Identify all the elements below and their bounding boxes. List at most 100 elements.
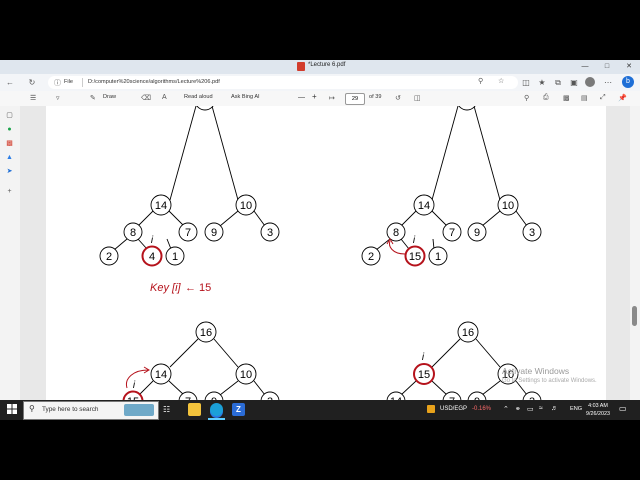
page-number-input[interactable]: 29: [345, 93, 365, 105]
node-label: 8: [393, 227, 399, 239]
battery-icon[interactable]: ▭: [527, 405, 534, 413]
save-as-icon[interactable]: ▤: [581, 94, 588, 102]
caption-key: Key [i]: [150, 282, 182, 294]
split-screen-icon[interactable]: ◫: [520, 76, 532, 89]
zoom-in-icon[interactable]: +: [312, 92, 317, 101]
caption-assign: ← 15: [185, 282, 211, 294]
text-icon[interactable]: A: [162, 94, 167, 101]
screen: *Lecture 6.pdf — □ ✕ ← ↻ ⓘ File D:/compu…: [0, 60, 640, 420]
active-indicator: [208, 418, 225, 420]
heap-trees: 14 10 8 7 9 3 2 4 1 i Key [i] ← 15 14 10…: [46, 106, 606, 408]
bing-icon[interactable]: b: [622, 76, 634, 88]
search-placeholder: Type here to search: [42, 406, 99, 413]
activation-watermark: Activate Windows Go to Settings to activ…: [502, 366, 597, 384]
stocks-icon: [427, 405, 435, 413]
node-label: 1: [172, 251, 178, 263]
collections-icon[interactable]: ⧉: [552, 76, 564, 89]
save-icon[interactable]: ▩: [563, 94, 570, 102]
pdf-toolbar: ☰ ▿ ✎ Draw ⌫ A Read aloud Ask Bing AI — …: [0, 91, 640, 107]
scrollbar[interactable]: [630, 106, 640, 408]
clock[interactable]: 4:03 AM 9/26/2023: [585, 402, 611, 418]
notification-icon[interactable]: ▭: [619, 404, 627, 413]
wifi-icon[interactable]: ≈: [539, 405, 543, 412]
chevron-up-icon[interactable]: ⌃: [503, 405, 509, 413]
node-label: 4: [149, 251, 155, 263]
draw-button[interactable]: Draw: [103, 94, 116, 100]
erase-icon[interactable]: ⌫: [141, 94, 151, 102]
rotate-icon[interactable]: ↺: [395, 94, 401, 102]
edge-icon[interactable]: [210, 403, 223, 416]
page-total: of 39: [369, 94, 382, 100]
node-label: 14: [418, 200, 430, 212]
close-icon[interactable]: ✕: [618, 60, 640, 74]
avatar[interactable]: [585, 77, 595, 87]
pdf-icon: [297, 62, 305, 71]
divider: [82, 78, 83, 87]
more-icon[interactable]: ⋯: [602, 76, 614, 89]
node-label: 15: [418, 369, 430, 381]
url-box[interactable]: ⓘ File D:/computer%20science/algorithms/…: [48, 76, 518, 89]
file-label: File: [64, 79, 74, 85]
favorite-icon[interactable]: ☆: [498, 77, 504, 85]
node-label: 14: [155, 369, 167, 381]
tab-title[interactable]: *Lecture 6.pdf: [308, 62, 345, 68]
clock-date: 9/26/2023: [586, 411, 610, 417]
node-label: 2: [106, 251, 112, 263]
node-label: 3: [529, 227, 535, 239]
volume-icon[interactable]: ♬: [551, 405, 558, 412]
node-label: 1: [435, 251, 441, 263]
contents-icon[interactable]: ☰: [30, 94, 36, 102]
node-label: 16: [462, 327, 474, 339]
search-icon[interactable]: ⚲: [524, 94, 529, 102]
node-label: 3: [267, 227, 273, 239]
zoom-icon[interactable]: ⚲: [478, 77, 483, 85]
taskbar-search[interactable]: ⚲ Type here to search: [23, 401, 159, 420]
fx-change: -0.16%: [472, 406, 492, 412]
zoom-out-icon[interactable]: —: [298, 94, 305, 101]
watermark-subtitle: Go to Settings to activate Windows.: [502, 378, 597, 384]
maximize-icon[interactable]: □: [596, 60, 618, 74]
page-view-icon[interactable]: ◫: [414, 94, 421, 102]
draw-icon[interactable]: ✎: [90, 94, 96, 102]
pin-icon[interactable]: 📌: [618, 94, 627, 102]
taskbar: ⚲ Type here to search ☷ Z USD/EGP -0.16%…: [0, 400, 640, 420]
node-label: 8: [130, 227, 136, 239]
network-icon[interactable]: ⚭: [515, 405, 521, 413]
ask-bing-button[interactable]: Ask Bing AI: [231, 94, 260, 100]
scrollbar-thumb[interactable]: [632, 306, 637, 326]
fx-pair[interactable]: USD/EGP: [440, 406, 467, 412]
watermark-title: Activate Windows: [502, 366, 570, 376]
fullscreen-icon[interactable]: ⤢: [600, 94, 606, 102]
language-indicator[interactable]: ENG: [570, 406, 582, 412]
highlight-icon[interactable]: ▿: [56, 94, 60, 102]
address-bar: ← ↻ ⓘ File D:/computer%20science/algorit…: [0, 74, 640, 91]
node-label: 14: [155, 200, 167, 212]
search-icon: ⚲: [29, 404, 35, 413]
node-label: 10: [240, 200, 252, 212]
node-label: 15: [409, 251, 421, 263]
title-bar: *Lecture 6.pdf — □ ✕: [0, 60, 640, 74]
task-view-icon[interactable]: ☷: [163, 405, 170, 414]
search-highlight-image: [124, 404, 154, 416]
read-aloud-button[interactable]: Read aloud: [184, 94, 213, 100]
windows-start-icon[interactable]: [7, 404, 17, 414]
info-icon[interactable]: ⓘ: [54, 78, 61, 88]
node-label: 9: [474, 227, 480, 239]
zoom-app-icon[interactable]: Z: [232, 403, 245, 416]
node-label: 16: [200, 327, 212, 339]
minimize-icon[interactable]: —: [574, 60, 596, 74]
print-icon[interactable]: ⎙: [543, 94, 549, 102]
node-label: 10: [240, 369, 252, 381]
node-label: 2: [368, 251, 374, 263]
url-text[interactable]: D:/computer%20science/algorithms/Lecture…: [88, 79, 220, 85]
clock-time: 4:03 AM: [588, 403, 608, 409]
file-explorer-icon[interactable]: [188, 403, 201, 416]
node-label: 10: [502, 200, 514, 212]
node-label: 7: [449, 227, 455, 239]
back-icon[interactable]: ←: [4, 76, 16, 89]
refresh-icon[interactable]: ↻: [26, 76, 38, 89]
node-label: 7: [185, 227, 191, 239]
favorites-bar-icon[interactable]: ★: [536, 76, 548, 89]
extensions-icon[interactable]: ▣: [568, 76, 580, 89]
fit-page-icon[interactable]: ↦: [329, 94, 335, 102]
